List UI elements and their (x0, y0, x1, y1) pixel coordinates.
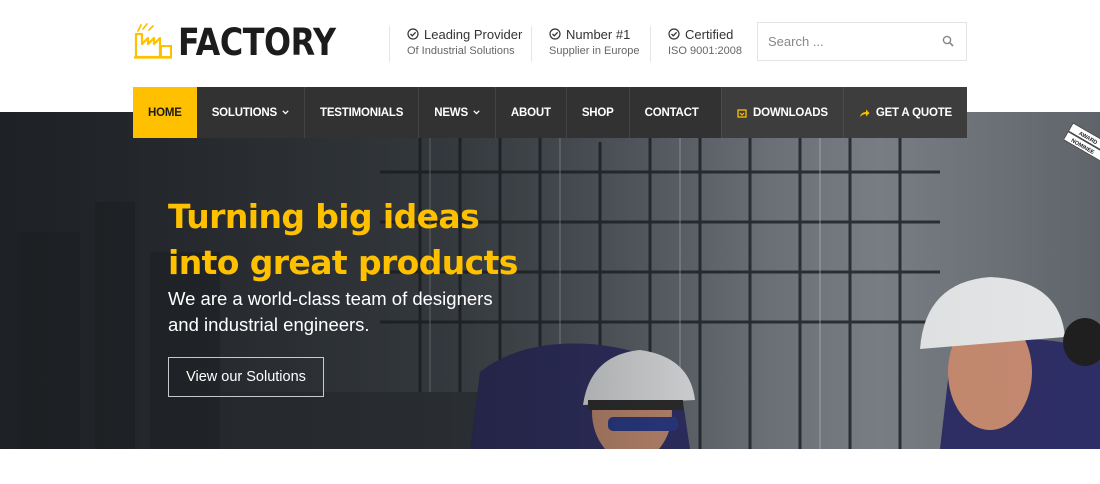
nav-item-label: HOME (148, 106, 182, 119)
nav-item-label: TESTIMONIALS (320, 106, 404, 119)
nav-actions: DOWNLOADS GET A QUOTE (720, 87, 967, 138)
downloads-label: DOWNLOADS (752, 106, 828, 119)
hero-overlay (0, 112, 1100, 449)
info-title: Leading Provider (424, 26, 523, 42)
hero-subtitle-line: and industrial engineers. (168, 314, 370, 335)
downloads-button[interactable]: DOWNLOADS (720, 87, 843, 138)
nav-item-shop[interactable]: SHOP (567, 87, 630, 138)
get-a-quote-label: GET A QUOTE (875, 106, 952, 119)
nav-item-label: NEWS (434, 106, 468, 119)
logo[interactable]: FACTORY (133, 20, 361, 64)
share-arrow-icon (859, 108, 870, 118)
award-nominee-badge[interactable]: AWARD NOMINEE (1064, 122, 1100, 160)
hero-title-line: Turning big ideas (168, 197, 480, 236)
info-subtitle: Of Industrial Solutions (407, 45, 515, 57)
info-title: Certified (685, 26, 734, 42)
main-navigation: HOME SOLUTIONS TESTIMONIALS NEWS ABOUT S… (133, 87, 967, 138)
content-area (0, 449, 1100, 484)
info-subtitle: ISO 9001:2008 (668, 45, 743, 57)
nav-item-label: SOLUTIONS (211, 106, 277, 119)
info-certified: Certified ISO 9001:2008 (650, 26, 742, 62)
hero-title-line: into great products (168, 243, 518, 282)
nav-item-testimonials[interactable]: TESTIMONIALS (305, 87, 420, 138)
download-box-icon (737, 108, 747, 118)
chevron-down-icon (473, 110, 480, 115)
check-circle-icon (668, 28, 680, 40)
info-subtitle: Supplier in Europe (549, 45, 640, 57)
brand-name: FACTORY (178, 20, 336, 64)
info-title: Number #1 (566, 26, 631, 42)
nav-item-home[interactable]: HOME (133, 87, 197, 138)
nav-item-label: SHOP (581, 106, 614, 119)
hero-title: Turning big ideas into great products (168, 194, 518, 286)
search-box[interactable]: Search ... (757, 22, 967, 61)
factory-logo-icon (133, 20, 173, 65)
info-leading-provider: Leading Provider Of Industrial Solutions (389, 26, 522, 62)
search-input[interactable]: Search ... (768, 34, 942, 49)
nav-item-solutions[interactable]: SOLUTIONS (197, 87, 305, 138)
view-solutions-button[interactable]: View our Solutions (168, 357, 324, 397)
info-number-one: Number #1 Supplier in Europe (531, 26, 640, 62)
nav-item-contact[interactable]: CONTACT (630, 87, 714, 138)
chevron-down-icon (282, 110, 289, 115)
hero-banner (0, 112, 1100, 449)
nav-item-label: CONTACT (644, 106, 699, 119)
check-circle-icon (549, 28, 561, 40)
search-icon[interactable] (942, 35, 956, 49)
nav-item-about[interactable]: ABOUT (496, 87, 567, 138)
hero-subtitle-line: We are a world-class team of designers (168, 288, 493, 309)
get-a-quote-button[interactable]: GET A QUOTE (842, 87, 967, 138)
nav-item-label: ABOUT (510, 106, 551, 119)
hero-subtitle: We are a world-class team of designers a… (168, 286, 493, 338)
nav-item-news[interactable]: NEWS (419, 87, 496, 138)
check-circle-icon (407, 28, 419, 40)
